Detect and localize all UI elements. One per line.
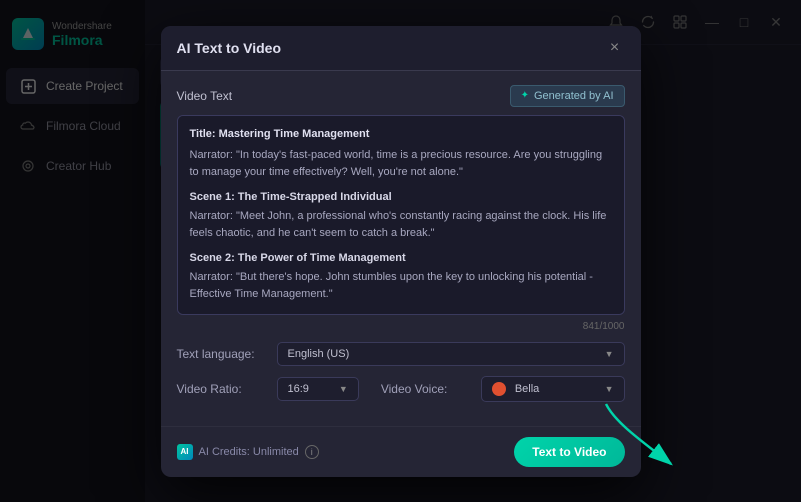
narrator-intro: Narrator: "In today's fast-paced world, … <box>190 147 612 181</box>
ai-credits-area: AI AI Credits: Unlimited i <box>177 444 319 460</box>
video-text-label: Video Text <box>177 89 233 103</box>
modal-overlay: AI Text to Video × Video Text Generated … <box>0 0 801 502</box>
scene2-header: Scene 2: The Power of Time Management <box>190 250 612 267</box>
ai-text-to-video-modal: AI Text to Video × Video Text Generated … <box>161 26 641 477</box>
modal-body: Video Text Generated by AI Title: Master… <box>161 71 641 426</box>
video-text-area[interactable]: Title: Mastering Time Management Narrato… <box>177 115 625 315</box>
chevron-down-icon: ▼ <box>605 384 614 394</box>
ai-credits-icon: AI <box>177 444 193 460</box>
ai-credits-text: AI Credits: Unlimited <box>199 446 299 458</box>
section-header: Video Text Generated by AI <box>177 85 625 107</box>
chevron-down-icon: ▼ <box>605 349 614 359</box>
video-ratio-label: Video Ratio: <box>177 382 267 396</box>
scene1-narrator: Narrator: "Meet John, a professional who… <box>190 208 612 242</box>
video-options-row: Video Ratio: 16:9 ▼ Video Voice: Bella ▼ <box>177 376 625 402</box>
generated-by-ai-button[interactable]: Generated by AI <box>510 85 625 107</box>
info-icon[interactable]: i <box>305 445 319 459</box>
video-ratio-select[interactable]: 16:9 ▼ <box>277 377 359 401</box>
scene1-header: Scene 1: The Time-Strapped Individual <box>190 189 612 206</box>
modal-title: AI Text to Video <box>177 40 282 56</box>
text-title: Title: Mastering Time Management <box>190 126 612 143</box>
chevron-down-icon: ▼ <box>339 384 348 394</box>
char-count: 841/1000 <box>177 321 625 332</box>
voice-avatar-icon <box>492 382 506 396</box>
text-language-select[interactable]: English (US) ▼ <box>277 342 625 366</box>
video-voice-label: Video Voice: <box>381 382 471 396</box>
modal-header: AI Text to Video × <box>161 26 641 71</box>
video-voice-select[interactable]: Bella ▼ <box>481 376 625 402</box>
modal-footer: AI AI Credits: Unlimited i Text to Video <box>161 426 641 477</box>
text-language-row: Text language: English (US) ▼ <box>177 342 625 366</box>
text-language-label: Text language: <box>177 347 267 361</box>
modal-close-button[interactable]: × <box>605 38 625 58</box>
text-to-video-button[interactable]: Text to Video <box>514 437 624 467</box>
scene2-narrator: Narrator: "But there's hope. John stumbl… <box>190 269 612 303</box>
scene3-header: Scene 3: Time Management Tips <box>190 311 612 315</box>
